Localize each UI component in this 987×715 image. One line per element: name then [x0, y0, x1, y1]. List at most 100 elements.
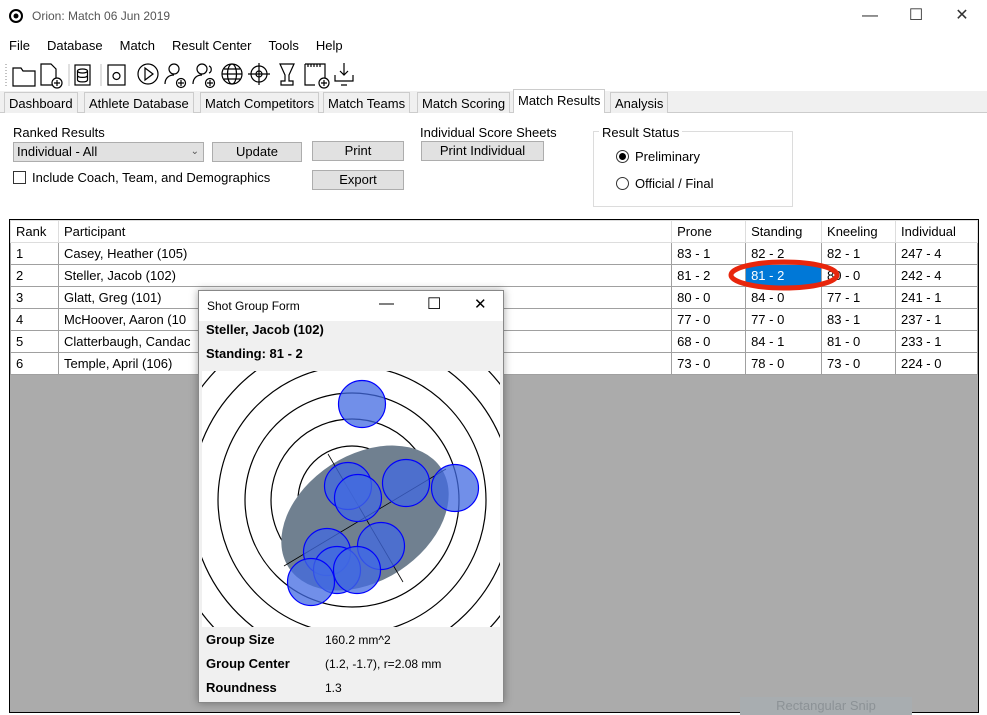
table-cell[interactable]: 2 — [10, 264, 59, 287]
table-cell[interactable]: 242 - 4 — [895, 264, 978, 287]
table-cell[interactable]: 6 — [10, 352, 59, 375]
table-cell[interactable]: 84 - 1 — [745, 330, 823, 353]
table-cell[interactable]: 1 — [10, 242, 59, 265]
column-header[interactable]: Prone — [671, 220, 747, 243]
target-icon[interactable] — [248, 63, 270, 85]
database-icon[interactable] — [74, 64, 91, 86]
shot-marker — [333, 473, 383, 523]
table-cell[interactable]: 83 - 1 — [821, 308, 896, 331]
tab-match-results[interactable]: Match Results — [513, 89, 606, 114]
column-header[interactable]: Individual — [895, 220, 978, 243]
dialog-minimize-button[interactable]: — — [379, 295, 394, 312]
score-sheets-label: Individual Score Sheets — [420, 125, 557, 140]
table-cell[interactable]: 224 - 0 — [895, 352, 978, 375]
result-status-label: Result Status — [599, 125, 683, 140]
tab-match-scoring[interactable]: Match Scoring — [417, 92, 511, 113]
highlight-annotation-oval — [728, 259, 840, 291]
table-cell[interactable]: 68 - 0 — [671, 330, 747, 353]
group-center-label: Group Center — [206, 656, 290, 671]
minimize-button[interactable]: — — [847, 0, 893, 32]
shot-marker — [430, 463, 480, 513]
menu-tools[interactable]: Tools — [260, 33, 307, 53]
chevron-down-icon: ⌄ — [190, 146, 199, 157]
column-header[interactable]: Rank — [10, 220, 59, 243]
table-cell[interactable]: Steller, Jacob (102) — [57, 264, 673, 287]
shot-marker — [381, 458, 431, 508]
dialog-title-bar: Shot Group Form — ☐ ✕ — [199, 291, 503, 321]
preliminary-radio[interactable] — [616, 150, 629, 163]
table-cell[interactable]: 233 - 1 — [895, 330, 978, 353]
table-header-row: Rank Participant Prone Standing Kneeling Indi… — [10, 220, 978, 243]
tab-match-competitors[interactable]: Match Competitors — [200, 92, 320, 113]
window-title: Orion: Match 06 Jun 2019 — [32, 9, 171, 23]
menu-file[interactable]: File — [0, 33, 38, 53]
table-cell[interactable]: 5 — [10, 330, 59, 353]
roundness-value: 1.3 — [325, 681, 342, 695]
table-cell[interactable]: 4 — [10, 308, 59, 331]
group-size-value: 160.2 mm^2 — [325, 633, 391, 647]
table-cell[interactable]: 77 - 0 — [671, 308, 747, 331]
table-cell[interactable]: 77 - 0 — [745, 308, 823, 331]
include-demographics-label: Include Coach, Team, and Demographics — [32, 170, 271, 185]
shot-group-target — [202, 371, 500, 627]
add-athlete-icon[interactable] — [164, 63, 187, 89]
tab-match-teams[interactable]: Match Teams — [323, 92, 411, 113]
folder-icon[interactable] — [12, 67, 36, 87]
official-final-label: Official / Final — [635, 176, 714, 191]
new-card-icon[interactable] — [304, 63, 330, 89]
print-button[interactable]: Print — [312, 141, 404, 161]
table-cell[interactable]: Casey, Heather (105) — [57, 242, 673, 265]
ranked-results-label: Ranked Results — [13, 125, 105, 140]
table-cell[interactable]: 81 - 0 — [821, 330, 896, 353]
menu-result-center[interactable]: Result Center — [163, 33, 259, 53]
settings-file-icon[interactable] — [107, 64, 126, 86]
table-cell[interactable]: 241 - 1 — [895, 286, 978, 309]
title-bar: Orion: Match 06 Jun 2019 — ☐ ✕ — [0, 0, 987, 32]
ranked-results-select[interactable]: Individual - All ⌄ — [13, 142, 204, 162]
table-cell[interactable]: 73 - 0 — [671, 352, 747, 375]
dialog-close-button[interactable]: ✕ — [474, 295, 487, 313]
dialog-title: Shot Group Form — [207, 299, 300, 313]
shot-marker — [286, 557, 336, 607]
new-file-icon[interactable] — [40, 63, 63, 89]
table-cell[interactable]: 3 — [10, 286, 59, 309]
tab-analysis[interactable]: Analysis — [610, 92, 669, 113]
print-individual-button[interactable]: Print Individual — [421, 141, 544, 161]
dialog-maximize-button[interactable]: ☐ — [427, 294, 441, 314]
close-button[interactable]: ✕ — [939, 0, 985, 32]
table-cell[interactable]: 247 - 4 — [895, 242, 978, 265]
group-center-value: (1.2, -1.7), r=2.08 mm — [325, 657, 442, 671]
toolbar — [0, 58, 987, 90]
table-cell[interactable]: 73 - 0 — [821, 352, 896, 375]
column-header[interactable]: Standing — [745, 220, 823, 243]
column-header[interactable]: Kneeling — [821, 220, 896, 243]
update-button[interactable]: Update — [212, 142, 302, 162]
shot-marker — [332, 545, 382, 595]
menu-match[interactable]: Match — [111, 33, 163, 53]
add-team-icon[interactable] — [192, 63, 216, 89]
menu-bar: File Database Match Result Center Tools Help — [0, 33, 987, 57]
tab-athlete-database[interactable]: Athlete Database — [84, 92, 194, 113]
result-status-group — [593, 131, 793, 207]
menu-help[interactable]: Help — [307, 33, 351, 53]
stage-score: Standing: 81 - 2 — [206, 346, 303, 361]
globe-icon[interactable] — [221, 63, 243, 85]
maximize-button[interactable]: ☐ — [893, 0, 939, 32]
table-cell[interactable]: 237 - 1 — [895, 308, 978, 331]
roundness-label: Roundness — [206, 680, 277, 695]
download-icon[interactable] — [334, 63, 354, 86]
athlete-name: Steller, Jacob (102) — [206, 322, 324, 337]
export-button[interactable]: Export — [312, 170, 404, 190]
tab-dashboard[interactable]: Dashboard — [4, 92, 78, 113]
column-header[interactable]: Participant — [57, 220, 673, 243]
include-demographics-checkbox[interactable] — [13, 171, 26, 184]
menu-database[interactable]: Database — [38, 33, 111, 53]
shot-marker — [337, 379, 387, 429]
play-icon[interactable] — [137, 63, 159, 85]
snip-tooltip: Rectangular Snip — [740, 697, 912, 715]
shot-group-dialog: Shot Group Form — ☐ ✕ Steller, Jacob (10… — [198, 290, 504, 703]
official-final-radio[interactable] — [616, 177, 629, 190]
app-target-icon — [9, 9, 23, 23]
table-cell[interactable]: 78 - 0 — [745, 352, 823, 375]
trophy-icon[interactable] — [279, 63, 295, 86]
